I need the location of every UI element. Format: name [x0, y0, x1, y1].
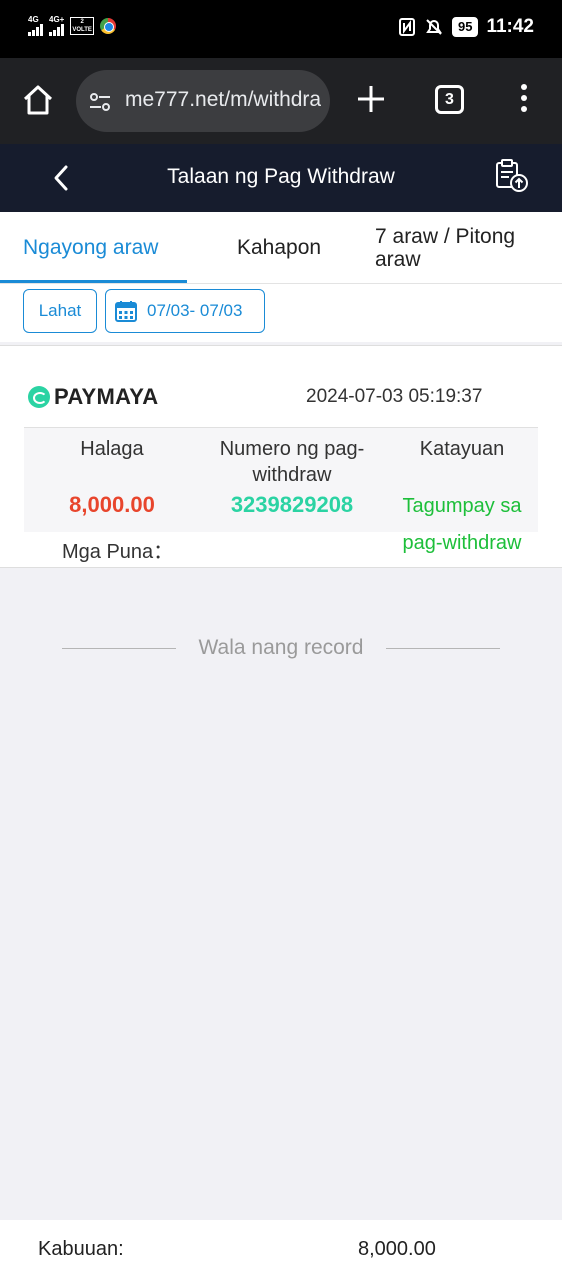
- withdraw-number-label: Numero ng pag-withdraw: [219, 438, 365, 486]
- filter-all-button[interactable]: Lahat: [23, 289, 97, 333]
- status-bar: 4G 4G+ 2 VOLTE 95 11:42: [0, 0, 562, 58]
- active-tab-indicator: [0, 280, 187, 283]
- status-label: Katayuan: [419, 438, 505, 460]
- no-more-records: Wala nang record: [0, 632, 562, 664]
- url-text[interactable]: me777.net/m/withdraw: [125, 88, 321, 112]
- status-left: 4G 4G+ 2 VOLTE: [28, 16, 116, 36]
- clipboard-upload-icon: [496, 159, 528, 192]
- calendar-icon: [115, 301, 137, 322]
- total-footer: Kabuuan: 8,000.00: [0, 1220, 562, 1280]
- filter-row: Lahat 07/03- 07/03: [0, 284, 562, 342]
- home-button[interactable]: [18, 80, 58, 120]
- tab-today[interactable]: Ngayong araw: [23, 212, 158, 284]
- nfc-icon: [398, 18, 415, 36]
- tab-7-days[interactable]: 7 araw / Pitong araw: [375, 212, 535, 284]
- payment-method: PAYMAYA: [28, 384, 158, 410]
- volte-label: VOLTE: [72, 27, 92, 33]
- clock: 11:42: [486, 16, 534, 37]
- status-value: Tagumpay sa pag-withdraw: [402, 495, 522, 554]
- network-type: 4G: [28, 15, 39, 24]
- date-range-text: 07/03- 07/03: [147, 301, 243, 320]
- address-bar[interactable]: me777.net/m/withdraw: [76, 70, 330, 132]
- total-label: Kabuuan:: [38, 1238, 124, 1260]
- amount-value: 8,000.00: [69, 492, 155, 517]
- silent-bell-icon: [426, 19, 442, 35]
- chrome-icon: [99, 18, 116, 34]
- signal-icon-2: 4G+: [49, 16, 64, 36]
- new-tab-button[interactable]: [355, 83, 387, 115]
- total-value: 8,000.00: [358, 1238, 436, 1260]
- tab-yesterday[interactable]: Kahapon: [237, 212, 321, 284]
- export-button[interactable]: [494, 158, 530, 199]
- volte-icon: 2 VOLTE: [70, 17, 94, 35]
- paymaya-logo-icon: [28, 386, 50, 408]
- home-icon: [23, 85, 53, 115]
- amount-label: Halaga: [80, 438, 144, 460]
- withdraw-number-value: 3239829208: [230, 492, 354, 517]
- payment-method-name: PAYMAYA: [54, 384, 159, 409]
- date-range-picker[interactable]: 07/03- 07/03: [105, 289, 265, 333]
- date-tabs: Ngayong araw Kahapon 7 araw / Pitong ara…: [0, 212, 562, 284]
- app-header: Talaan ng Pag Withdraw: [0, 144, 562, 212]
- battery-icon: 95: [451, 17, 479, 37]
- divider-right: [386, 648, 500, 649]
- browser-toolbar: me777.net/m/withdraw 3: [0, 58, 562, 144]
- page-title: Talaan ng Pag Withdraw: [167, 165, 395, 188]
- sim-label: 2: [80, 19, 84, 25]
- browser-menu-button[interactable]: [518, 84, 530, 118]
- remarks-label: Mga Puna：: [62, 541, 174, 563]
- record-datetime: 2024-07-03 05:19:37: [306, 386, 483, 407]
- plus-icon: [358, 86, 384, 112]
- site-settings-icon[interactable]: [88, 90, 112, 114]
- network-type-2: 4G+: [49, 15, 65, 24]
- signal-icon: 4G: [28, 16, 43, 36]
- tab-switcher-button[interactable]: 3: [435, 85, 464, 114]
- status-right: 95 11:42: [398, 16, 534, 38]
